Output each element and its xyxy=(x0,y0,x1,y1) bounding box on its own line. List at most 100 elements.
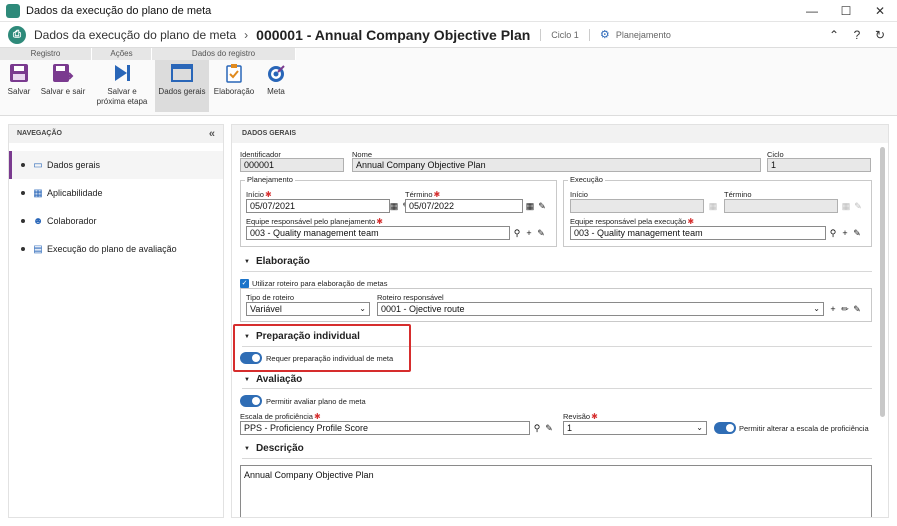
execution-start-input[interactable] xyxy=(570,199,704,213)
calendar-icon[interactable]: ▦ xyxy=(388,200,400,212)
users-icon: ☻ xyxy=(32,215,44,227)
breadcrumb: Dados da execução do plano de meta xyxy=(34,27,237,42)
planning-end-input[interactable]: 05/07/2022 xyxy=(405,199,523,213)
app-icon xyxy=(6,3,20,18)
save-label: Salvar xyxy=(7,87,31,96)
save-exit-label: Salvar e sair xyxy=(40,87,86,96)
eraser-icon[interactable]: ✎ xyxy=(851,303,863,315)
route-select[interactable]: 0001 - Ojective route ⌄ xyxy=(377,302,824,316)
nav-item-execucao[interactable]: ▤ Execução do plano de avaliação xyxy=(9,235,223,263)
chevron-down-icon: ⌄ xyxy=(813,304,820,313)
page-title: 000001 - Annual Company Objective Plan xyxy=(256,26,531,43)
calendar-icon: ▦ xyxy=(708,200,718,211)
chevron-right-icon: › xyxy=(244,27,249,42)
search-icon[interactable]: ⚲ xyxy=(511,227,523,239)
navigation-title: NAVEGAÇÃO xyxy=(17,130,62,137)
vertical-scrollbar[interactable] xyxy=(880,147,885,417)
edit-icon[interactable]: ✏ xyxy=(839,303,851,315)
save-next-label: Salvar e próxima etapa xyxy=(96,87,148,106)
chevrons-up-icon[interactable]: ⌃ xyxy=(826,27,842,43)
plan-execution-icon: ▤ xyxy=(33,243,43,255)
use-route-checkbox[interactable]: ✓ xyxy=(240,279,249,288)
plus-icon[interactable]: + xyxy=(523,227,535,239)
planning-start-input[interactable]: 05/07/2021 xyxy=(246,199,390,213)
allow-evaluate-toggle[interactable] xyxy=(240,395,262,407)
name-field[interactable]: Annual Company Objective Plan xyxy=(352,158,761,172)
planning-end-label: Término✱ xyxy=(405,190,441,199)
ribbon-group-dados: Dados do registro xyxy=(152,48,296,60)
ribbon-group-acoes: Ações xyxy=(92,48,152,60)
execution-team-label: Equipe responsável pela execução✱ xyxy=(570,217,695,226)
module-logo-icon: ⎙ xyxy=(8,25,26,44)
proficiency-scale-label: Escala de proficiência✱ xyxy=(240,412,321,421)
window-titlebar: Dados da execução do plano de meta — ☐ ✕ xyxy=(0,0,897,22)
allow-evaluate-label: Permitir avaliar plano de meta xyxy=(266,397,366,406)
clipboard-check-icon xyxy=(223,62,245,84)
collapse-icon[interactable]: « xyxy=(209,125,215,143)
planning-team-label: Equipe responsável pelo planejamento✱ xyxy=(246,217,383,226)
execution-end-label: Término xyxy=(724,190,752,199)
section-header: DADOS GERAIS xyxy=(232,125,888,143)
plus-icon[interactable]: + xyxy=(839,227,851,239)
eraser-icon[interactable]: ✎ xyxy=(535,227,547,239)
proficiency-scale-input[interactable]: PPS - Proficiency Profile Score xyxy=(240,421,530,435)
search-icon[interactable]: ⚲ xyxy=(827,227,839,239)
eraser-icon[interactable]: ✎ xyxy=(543,422,555,434)
execution-end-input[interactable] xyxy=(724,199,838,213)
general-data-button[interactable]: Dados gerais xyxy=(155,60,209,112)
navigation-header: NAVEGAÇÃO « xyxy=(9,125,223,143)
collapse-triangle-icon: ▼ xyxy=(244,445,250,452)
refresh-icon[interactable]: ↻ xyxy=(872,27,888,43)
cycle-label: Ciclo 1 xyxy=(551,29,579,40)
eraser-icon[interactable]: ✎ xyxy=(851,227,863,239)
floppy-disk-icon xyxy=(8,62,30,84)
form-icon: ▭ xyxy=(33,159,43,171)
save-next-step-button[interactable]: Salvar e próxima etapa xyxy=(96,62,148,107)
help-icon[interactable]: ? xyxy=(849,27,865,43)
identifier-field[interactable]: 000001 xyxy=(240,158,344,172)
applicability-icon: ▦ xyxy=(33,187,43,199)
save-exit-icon xyxy=(52,62,74,84)
maximize-button[interactable]: ☐ xyxy=(829,0,863,22)
cycle-field[interactable]: 1 xyxy=(767,158,871,172)
main-panel: DADOS GERAIS Identificador 000001 Nome A… xyxy=(231,124,889,518)
route-type-label: Tipo de roteiro xyxy=(246,293,295,302)
eraser-icon[interactable]: ✎ xyxy=(536,200,548,212)
route-type-select[interactable]: Variável ⌄ xyxy=(246,302,370,316)
nav-item-colaborador[interactable]: ☻ Colaborador xyxy=(9,207,223,235)
calendar-icon: ▦ xyxy=(841,200,851,211)
window-form-icon xyxy=(171,62,193,84)
close-button[interactable]: ✕ xyxy=(863,0,897,22)
chevron-down-icon: ⌄ xyxy=(696,423,703,432)
save-button[interactable]: Salvar xyxy=(4,62,34,97)
highlight-box xyxy=(233,324,411,372)
route-label: Roteiro responsável xyxy=(377,293,444,302)
eraser-icon: ✎ xyxy=(854,200,862,211)
elaboration-button[interactable]: Elaboração xyxy=(213,62,255,97)
record-header: ⎙ Dados da execução do plano de meta › 0… xyxy=(0,22,897,48)
collapse-triangle-icon: ▼ xyxy=(244,258,250,265)
save-exit-button[interactable]: Salvar e sair xyxy=(38,62,88,97)
nav-item-aplicabilidade[interactable]: ▦ Aplicabilidade xyxy=(9,179,223,207)
description-textarea[interactable]: Annual Company Objective Plan xyxy=(240,465,872,517)
calendar-icon[interactable]: ▦ xyxy=(524,200,536,212)
elaboration-section-title[interactable]: ▼ Elaboração xyxy=(244,256,310,267)
minimize-button[interactable]: — xyxy=(795,0,829,22)
allow-change-scale-toggle[interactable] xyxy=(714,422,736,434)
search-icon[interactable]: ⚲ xyxy=(531,422,543,434)
revision-select[interactable]: 1 ⌄ xyxy=(563,421,707,435)
target-icon xyxy=(265,62,287,84)
evaluation-section-title[interactable]: ▼ Avaliação xyxy=(244,374,302,385)
execution-team-input[interactable]: 003 - Quality management team xyxy=(570,226,826,240)
goal-button[interactable]: Meta xyxy=(259,62,293,97)
ribbon-group-registro: Registro xyxy=(0,48,92,60)
execution-start-label: Início xyxy=(570,190,588,199)
status-label: Planejamento xyxy=(615,29,671,40)
execution-legend: Execução xyxy=(568,175,605,184)
planning-team-input[interactable]: 003 - Quality management team xyxy=(246,226,510,240)
nav-item-dados-gerais[interactable]: ▭ Dados gerais xyxy=(9,151,223,179)
ribbon-toolbar: Registro Ações Dados do registro Salvar … xyxy=(0,48,897,116)
status-icon: ⚙ xyxy=(599,28,610,41)
plus-icon[interactable]: + xyxy=(827,303,839,315)
description-section-title[interactable]: ▼ Descrição xyxy=(244,443,304,454)
